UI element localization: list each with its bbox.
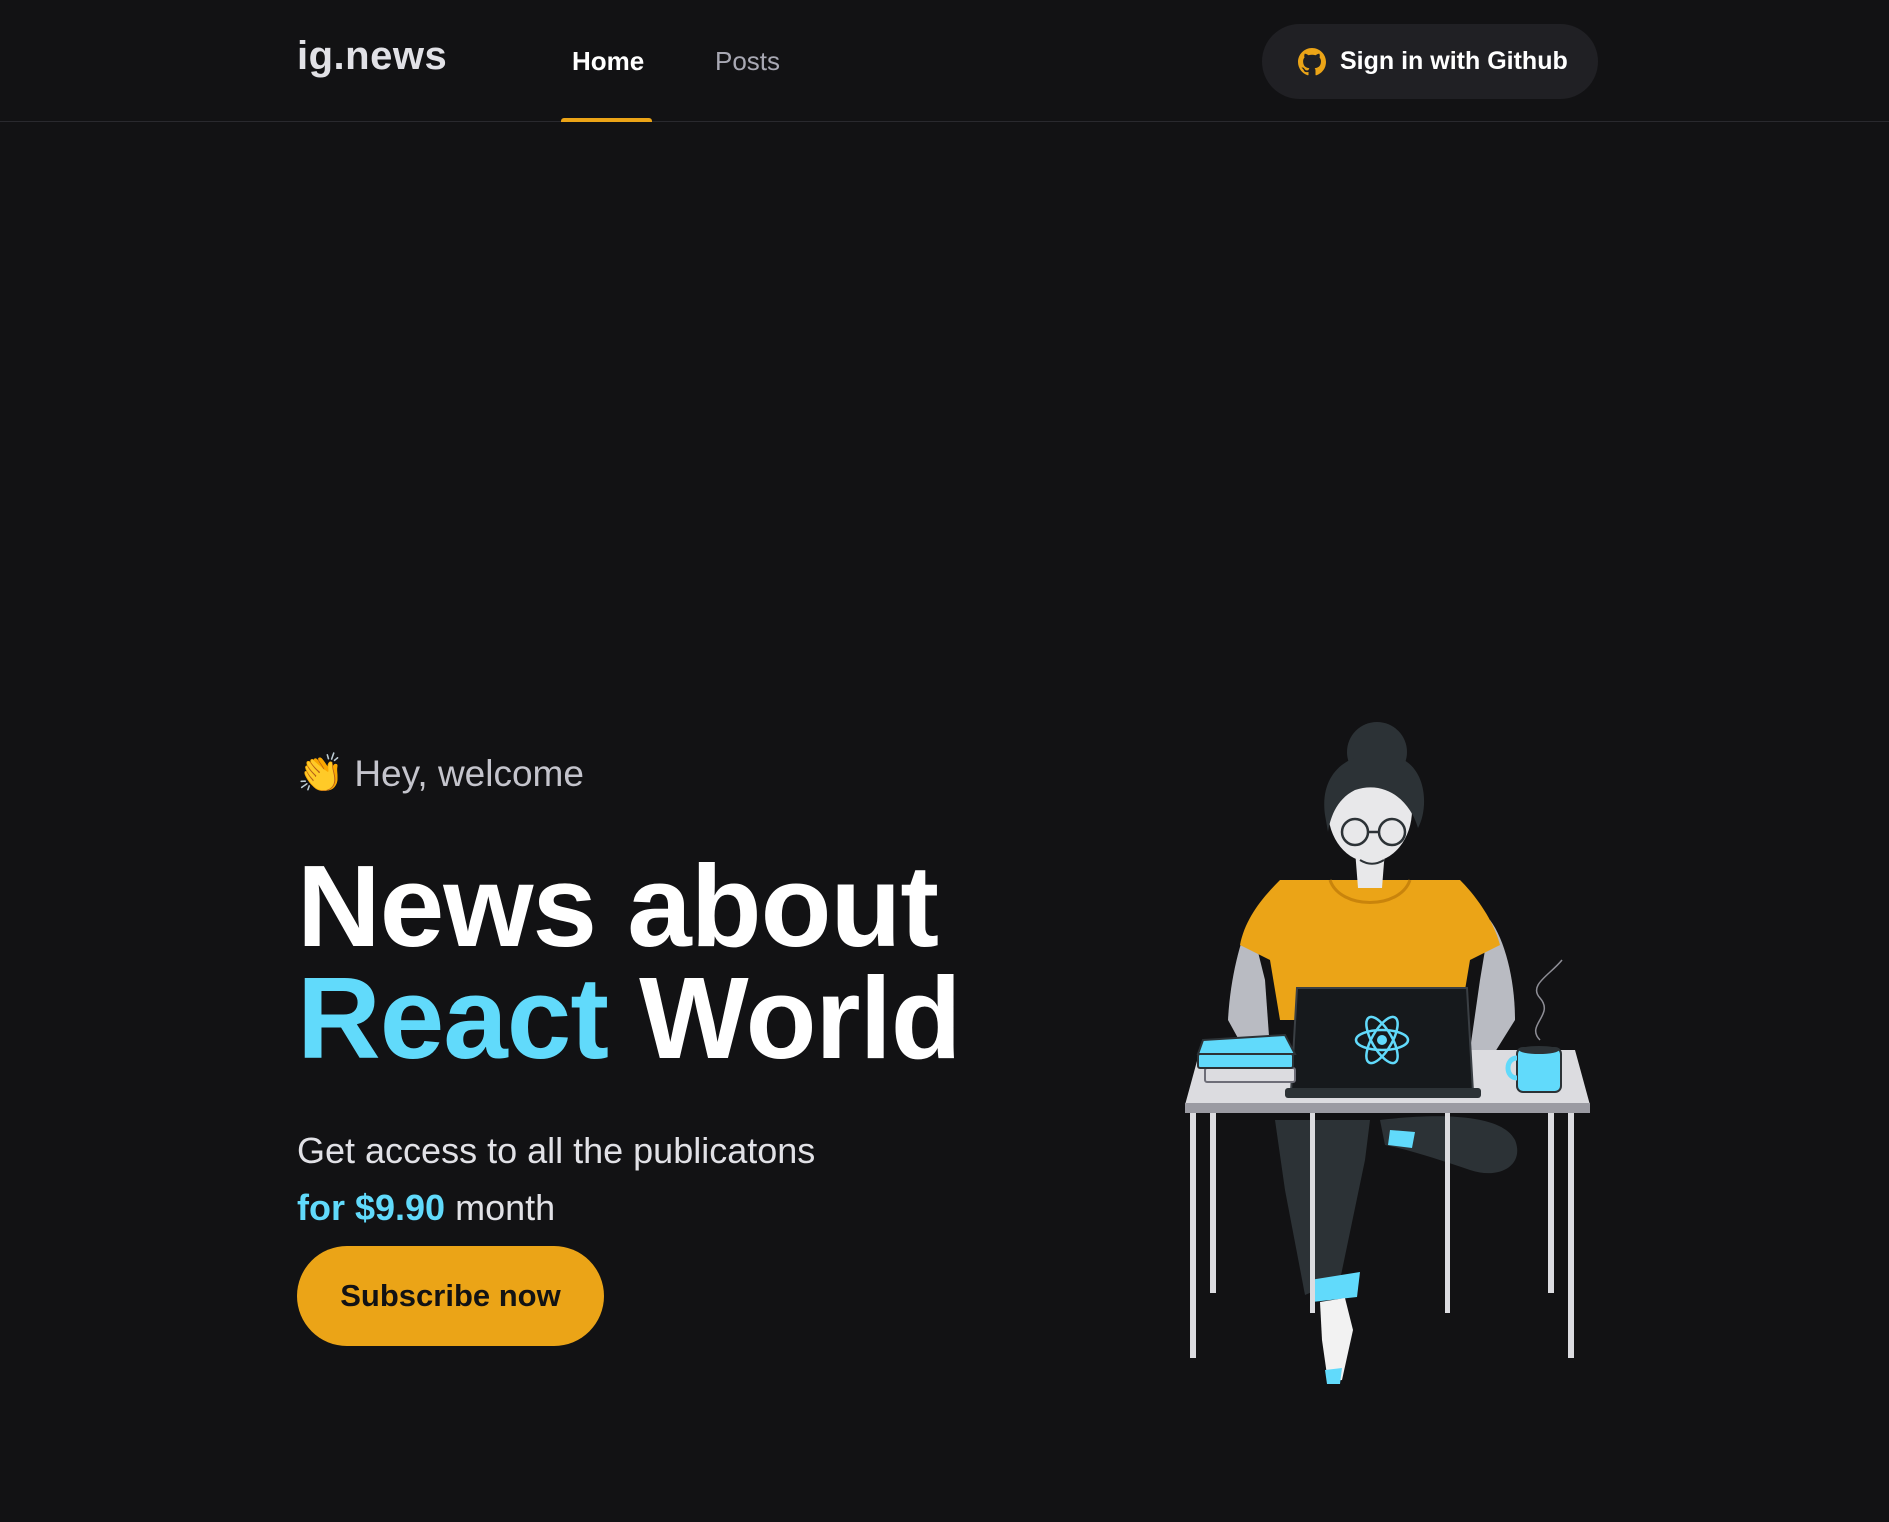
welcome-text: 👏 Hey, welcome: [297, 752, 584, 796]
headline-world: World: [607, 953, 961, 1083]
active-nav-indicator: [561, 118, 652, 122]
github-icon: [1298, 47, 1326, 76]
desc-line1: Get access to all the publicatons: [297, 1130, 816, 1171]
signin-button-label: Sign in with Github: [1340, 47, 1568, 75]
clapping-hands-icon: 👏: [297, 753, 345, 795]
hero-description: Get access to all the publicatons for $9…: [297, 1122, 815, 1236]
site-logo[interactable]: ig.news: [297, 34, 447, 79]
signin-github-button[interactable]: Sign in with Github: [1262, 24, 1598, 99]
subscribe-button[interactable]: Subscribe now: [297, 1246, 604, 1346]
headline-accent-react: React: [297, 953, 609, 1083]
headline-line1: News about: [297, 841, 939, 971]
hero-headline: News about React World: [297, 848, 962, 1076]
site-header: ig.news Home Posts Sign in with Github: [0, 0, 1889, 122]
nav-link-posts[interactable]: Posts: [715, 46, 780, 77]
nav-link-home[interactable]: Home: [572, 46, 644, 77]
price-text: for $9.90: [297, 1187, 446, 1228]
price-suffix: month: [445, 1187, 556, 1228]
welcome-label: Hey, welcome: [354, 753, 584, 794]
hero-illustration-avatar: [1170, 720, 1610, 1390]
